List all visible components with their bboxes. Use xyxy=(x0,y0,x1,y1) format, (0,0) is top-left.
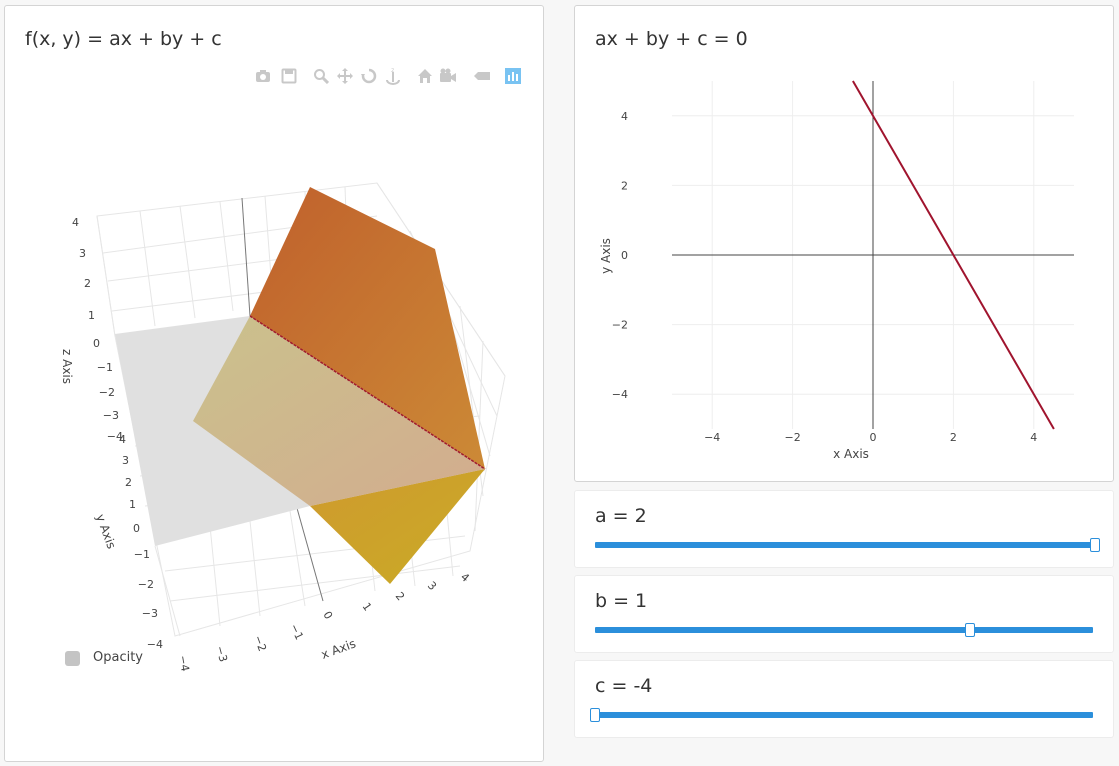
slider-a-handle[interactable] xyxy=(1090,538,1100,552)
z-tick: 3 xyxy=(79,247,86,260)
x-tick: 0 xyxy=(320,609,335,622)
y-axis-title: y Axis xyxy=(599,238,613,274)
z-tick: −1 xyxy=(97,361,113,374)
x-tick: 2 xyxy=(393,590,407,604)
slider-c-handle[interactable] xyxy=(590,708,600,722)
z-tick: 1 xyxy=(88,309,95,322)
x-tick: −2 xyxy=(251,634,269,654)
slider-c-card: c = -4 xyxy=(574,660,1114,738)
x-tick: 1 xyxy=(360,600,375,613)
slider-c-label: c = -4 xyxy=(595,675,653,697)
z-tick: 0 xyxy=(93,337,100,350)
opacity-legend-label[interactable]: Opacity xyxy=(93,650,143,665)
y-tick: 1 xyxy=(129,498,136,511)
y-tick: −3 xyxy=(142,607,158,620)
chart-x-ticks: −4 −2 0 2 4 xyxy=(704,431,1037,444)
y-tick: 4 xyxy=(119,433,126,446)
surface-plot-panel: f(x, y) = ax + by + c 2 4 3 2 1 0 −1 −2 … xyxy=(4,5,544,762)
x-tick-label: 0 xyxy=(870,431,877,444)
y-tick: 2 xyxy=(125,476,132,489)
y-tick-label: 4 xyxy=(621,110,628,123)
y-tick-label: −4 xyxy=(612,388,628,401)
z-tick: 4 xyxy=(72,216,79,229)
y-tick-label: −2 xyxy=(612,319,628,332)
y-tick: −2 xyxy=(138,578,154,591)
opacity-legend-swatch[interactable] xyxy=(65,651,80,666)
x-tick-label: −4 xyxy=(704,431,720,444)
x-axis-title: x Axis xyxy=(833,447,869,461)
x-axis-label: x Axis xyxy=(319,636,357,661)
z-tick: −2 xyxy=(99,386,115,399)
y-tick: 0 xyxy=(133,522,140,535)
line-chart[interactable]: −4 −2 0 2 4 4 2 0 −2 −4 x Axis y Axis xyxy=(575,6,1115,483)
y-tick: −1 xyxy=(134,548,150,561)
x-tick: 4 xyxy=(458,570,472,584)
chart-y-ticks: 4 2 0 −2 −4 xyxy=(612,110,628,401)
slider-a-track[interactable] xyxy=(595,542,1093,548)
slider-c-track[interactable] xyxy=(595,712,1093,718)
x-tick: −4 xyxy=(176,654,192,672)
line-plot-panel: ax + by + c = 0 −4 −2 0 2 4 4 2 0 −2 −4 x Axis y… xyxy=(574,5,1114,482)
z-axis-label: z Axis xyxy=(60,349,74,384)
y-tick: 3 xyxy=(122,454,129,467)
x-tick: −3 xyxy=(213,644,230,663)
slider-a-label: a = 2 xyxy=(595,505,647,527)
slider-b-track[interactable] xyxy=(595,627,1093,633)
x-tick: −1 xyxy=(287,622,306,642)
z-tick: 2 xyxy=(84,277,91,290)
x-tick-label: −2 xyxy=(784,431,800,444)
slider-b-label: b = 1 xyxy=(595,590,648,612)
x-tick: 3 xyxy=(425,579,439,593)
slider-a-card: a = 2 xyxy=(574,490,1114,568)
x-tick-label: 2 xyxy=(950,431,957,444)
z-tick: −3 xyxy=(103,409,119,422)
surface-3d-scene[interactable]: 4 3 2 1 0 −1 −2 −3 −4 z Axis 4 3 2 1 0 −… xyxy=(5,6,545,763)
x-tick-label: 4 xyxy=(1030,431,1037,444)
y-tick: −4 xyxy=(147,638,163,651)
chart-axes xyxy=(672,81,1074,429)
slider-b-card: b = 1 xyxy=(574,575,1114,653)
slider-b-handle[interactable] xyxy=(965,623,975,637)
y-tick-label: 2 xyxy=(621,179,628,192)
y-tick-label: 0 xyxy=(621,249,628,262)
y-axis-label: y Axis xyxy=(93,512,118,550)
